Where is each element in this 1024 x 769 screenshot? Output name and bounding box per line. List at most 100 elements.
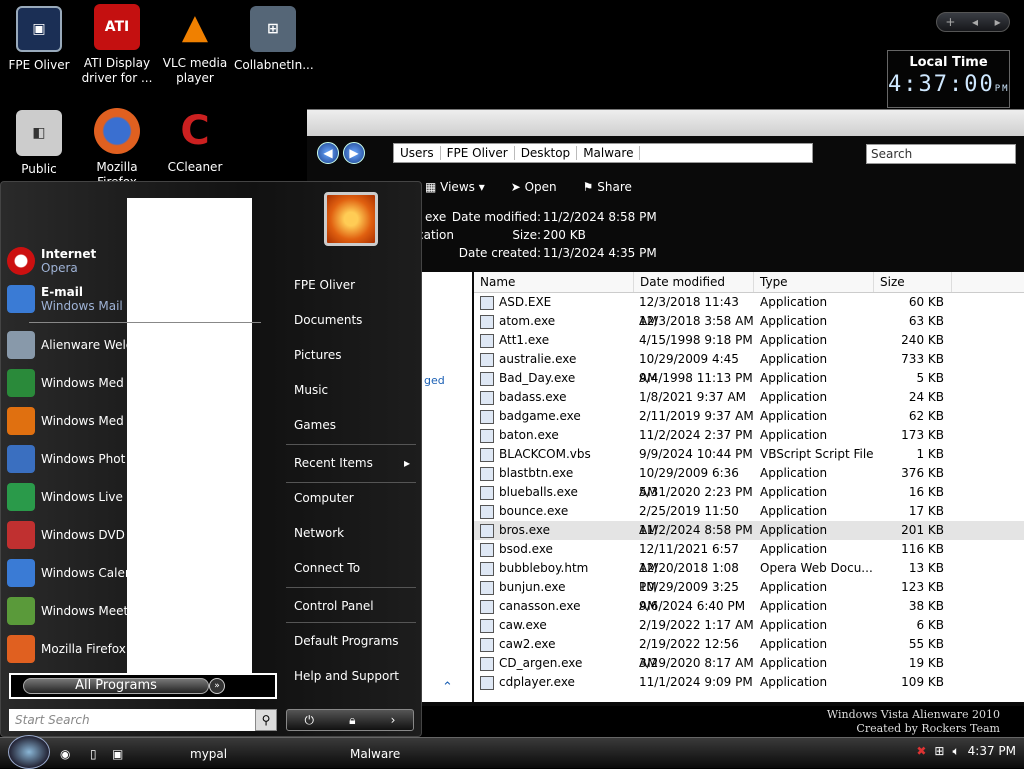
breadcrumb-item[interactable]: FPE Oliver: [441, 146, 515, 160]
tray-alert-icon[interactable]: ✖: [916, 744, 926, 759]
open-button[interactable]: ➤ Open: [511, 180, 557, 194]
sidebar-prev-button[interactable]: ◂: [972, 15, 978, 29]
forward-button[interactable]: ▶: [343, 142, 365, 164]
search-icon[interactable]: ⚲: [255, 709, 277, 731]
desktop-icon-vlc[interactable]: ▲ VLC media player: [156, 4, 234, 86]
file-row[interactable]: ASD.EXE 12/3/2018 11:43 AM Application 60 K…: [474, 293, 1024, 328]
start-menu-link[interactable]: Connect To: [294, 561, 418, 575]
modified-value: 11/2/2024 8:58 PM: [543, 210, 657, 224]
collapse-chevron-icon[interactable]: ⌃: [442, 680, 453, 695]
file-row[interactable]: badass.exe 1/8/2021 9:37 AM Application 24 …: [474, 388, 1024, 407]
tray-clock[interactable]: 4:37 PM: [968, 744, 1016, 759]
clock-label: Local Time: [909, 55, 988, 70]
share-button[interactable]: ⚑ Share: [583, 180, 632, 194]
recent-program-item[interactable]: Windows Phot: [7, 444, 125, 474]
file-row[interactable]: caw.exe 2/19/2022 1:17 AM Application 6 KB: [474, 616, 1024, 635]
file-type: Application: [760, 504, 828, 518]
start-menu-link[interactable]: Default Programs: [294, 634, 418, 648]
file-row[interactable]: bsod.exe 12/11/2021 6:57 AM Application 116…: [474, 540, 1024, 575]
desktop-icon-ati[interactable]: ATI ATI Display driver for ...: [78, 4, 156, 86]
file-row[interactable]: bounce.exe 2/25/2019 11:50 AM Application 1…: [474, 502, 1024, 537]
start-menu-link[interactable]: Music: [294, 383, 418, 397]
desktop-icon-firefox[interactable]: Mozilla Firefox: [78, 108, 156, 190]
recent-program-item[interactable]: Windows DVD: [7, 520, 125, 550]
file-row[interactable]: bunjun.exe 10/29/2009 3:25 AM Application 1…: [474, 578, 1024, 613]
recent-program-item[interactable]: Windows Live: [7, 482, 123, 512]
file-size: 16 KB: [908, 485, 944, 499]
tray-volume-icon[interactable]: 🔈︎: [952, 744, 959, 759]
start-menu-link[interactable]: Network: [294, 526, 418, 540]
size-label: Size:: [512, 228, 541, 242]
start-menu-link[interactable]: Pictures: [294, 348, 418, 362]
quicklaunch-desktop-icon[interactable]: ▯: [90, 742, 97, 766]
recent-program-item[interactable]: Windows Meet: [7, 596, 128, 626]
tray-network-icon[interactable]: ⊞: [934, 744, 944, 759]
file-row[interactable]: cdplayer.exe 11/1/2024 9:09 PM Application…: [474, 673, 1024, 692]
file-row[interactable]: badgame.exe 2/11/2019 9:37 AM Application 6…: [474, 407, 1024, 426]
sidebar-next-button[interactable]: ▸: [995, 15, 1001, 29]
start-search-input[interactable]: Start Search: [9, 709, 255, 731]
desktop-icon-computer[interactable]: ▣ FPE Oliver: [0, 6, 78, 73]
file-row[interactable]: atom.exe 12/3/2018 3:58 AM Application 63 K…: [474, 312, 1024, 331]
quicklaunch-firefox-icon[interactable]: ◉: [60, 742, 70, 766]
quicklaunch-switch-icon[interactable]: ▣: [112, 742, 123, 766]
column-type[interactable]: Type: [754, 272, 874, 292]
pinned-internet[interactable]: Internet Opera: [7, 246, 96, 276]
views-button[interactable]: ▦ Views ▾: [425, 180, 485, 194]
start-orb-button[interactable]: [8, 735, 50, 769]
file-row[interactable]: CD_argen.exe 3/29/2020 8:17 AM Application…: [474, 654, 1024, 673]
start-menu-link[interactable]: Control Panel: [294, 599, 418, 613]
file-row[interactable]: Att1.exe 4/15/1998 9:18 PM Application 240 …: [474, 331, 1024, 350]
file-row[interactable]: baton.exe 11/2/2024 2:37 PM Application 173…: [474, 426, 1024, 445]
column-size[interactable]: Size: [874, 272, 952, 292]
file-row[interactable]: BLACKCOM.vbs 9/9/2024 10:44 PM VBScript Sc…: [474, 445, 1024, 464]
file-row[interactable]: bubbleboy.htm 12/20/2018 1:08 PM Opera Web…: [474, 559, 1024, 594]
clock-gadget[interactable]: Local Time 4:37:00PM: [887, 50, 1010, 108]
taskbar-button-mypal[interactable]: mypal: [170, 742, 227, 766]
search-input[interactable]: Search: [866, 144, 1016, 164]
start-menu-link[interactable]: Games: [294, 418, 418, 432]
chevron-right-icon[interactable]: ›: [391, 713, 396, 727]
recent-program-item[interactable]: Mozilla Firefox: [7, 634, 126, 664]
file-row[interactable]: australie.exe 10/29/2009 4:45 AM Applicati…: [474, 350, 1024, 385]
desktop-icon-collabnet[interactable]: ⊞ CollabnetIn...: [234, 6, 314, 73]
breadcrumb-item[interactable]: Desktop: [515, 146, 578, 160]
nav-link[interactable]: ged: [424, 374, 445, 387]
desktop-icon-public[interactable]: ◧ Public: [0, 110, 78, 177]
taskbar-button-malware[interactable]: Malware: [330, 742, 400, 766]
start-menu-link[interactable]: Help and Support: [294, 669, 418, 683]
explorer-titlebar[interactable]: [307, 110, 1024, 136]
file-size: 5 KB: [916, 371, 944, 385]
breadcrumb-item[interactable]: Malware: [577, 146, 641, 160]
recent-program-item[interactable]: Windows Caler: [7, 558, 130, 588]
desktop-icon-label: CollabnetIn...: [234, 58, 314, 72]
file-row[interactable]: canasson.exe 9/6/2024 6:40 PM Application 3…: [474, 597, 1024, 616]
folder-icon: ◧: [16, 110, 62, 156]
breadcrumb-item[interactable]: Users: [394, 146, 441, 160]
all-programs-button[interactable]: All Programs »: [9, 673, 277, 699]
back-button[interactable]: ◀: [317, 142, 339, 164]
start-menu-link[interactable]: FPE Oliver: [294, 278, 418, 292]
column-name[interactable]: Name: [474, 272, 634, 292]
navigation-pane[interactable]: ged ⌃: [422, 272, 472, 702]
file-row[interactable]: blastbtn.exe 10/29/2009 6:36 AM Applicatio…: [474, 464, 1024, 499]
pinned-email[interactable]: E-mail Windows Mail: [7, 284, 123, 314]
sidebar-add-button[interactable]: +: [945, 15, 955, 29]
recent-program-item[interactable]: Alienware Welc: [7, 330, 132, 360]
start-menu-link[interactable]: Computer: [294, 491, 418, 505]
desktop-icon-ccleaner[interactable]: C CCleaner: [156, 108, 234, 175]
start-menu-link[interactable]: Recent Items: [294, 456, 418, 470]
recent-program-item[interactable]: Windows Med: [7, 368, 124, 398]
power-icon[interactable]: ⏻: [305, 713, 315, 728]
file-row[interactable]: blueballs.exe 5/31/2020 2:23 PM Applicatio…: [474, 483, 1024, 502]
lock-icon[interactable]: 🔒︎: [349, 713, 355, 728]
recent-program-item[interactable]: Windows Med: [7, 406, 124, 436]
column-date[interactable]: Date modified: [634, 272, 754, 292]
breadcrumb[interactable]: Users FPE Oliver Desktop Malware: [393, 143, 813, 163]
file-name: bsod.exe: [499, 542, 553, 556]
file-row[interactable]: caw2.exe 2/19/2022 12:56 AM Application 55 …: [474, 635, 1024, 670]
file-row[interactable]: bros.exe 11/2/2024 8:58 PM Application 201 …: [474, 521, 1024, 540]
start-menu-link[interactable]: Documents: [294, 313, 418, 327]
file-row[interactable]: Bad_Day.exe 9/4/1998 11:13 PM Application 5…: [474, 369, 1024, 388]
file-type: Application: [760, 333, 828, 347]
